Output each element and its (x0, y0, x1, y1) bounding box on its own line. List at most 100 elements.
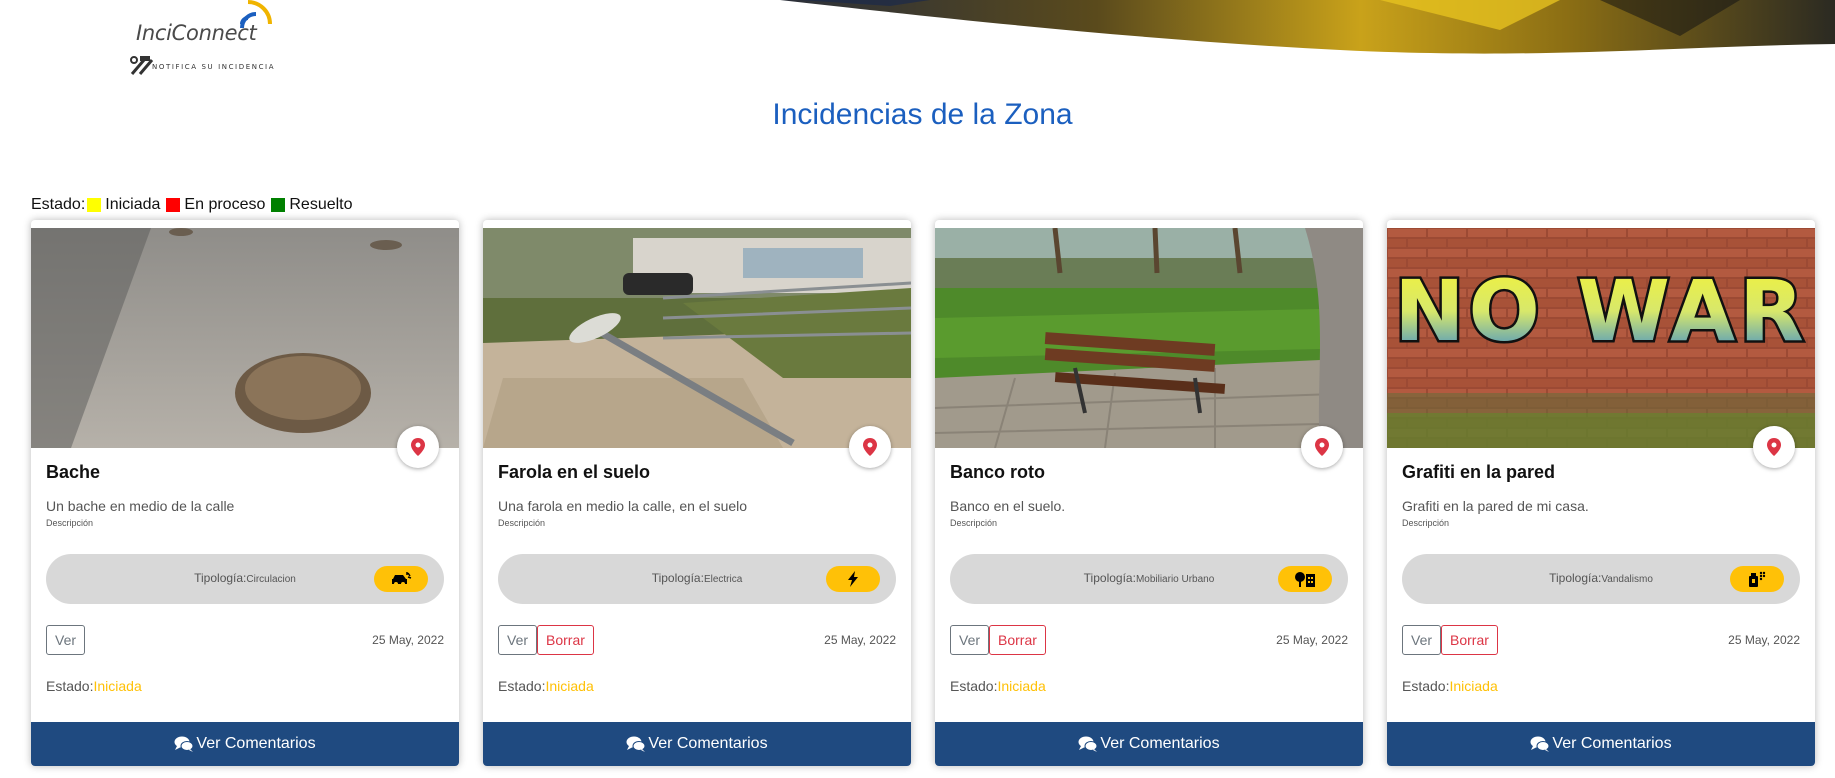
header-banner-image (780, 0, 1835, 54)
typology-badge (374, 566, 428, 592)
card-status: Estado:Iniciada (498, 678, 594, 694)
legend-item-label: En proceso (184, 196, 266, 213)
card-date: 25 May, 2022 (1728, 633, 1800, 647)
status-value: Iniciada (997, 678, 1046, 694)
typology-value: Mobiliario Urbano (1135, 574, 1215, 585)
card-title: Banco roto (950, 462, 1046, 482)
comments-icon (1530, 736, 1550, 752)
view-comments-button[interactable]: Ver Comentarios (31, 722, 459, 766)
card-title: Bache (46, 462, 101, 482)
lightning-bolt-icon (848, 571, 858, 587)
status-value: Iniciada (545, 678, 594, 694)
view-comments-label: Ver Comentarios (1100, 735, 1220, 752)
status-label: Estado: (1402, 678, 1450, 694)
incident-card: Banco roto Banco en el suelo. Descripció… (935, 220, 1363, 766)
card-date: 25 May, 2022 (372, 633, 444, 647)
delete-button[interactable]: Borrar (989, 625, 1046, 655)
brand-tagline: NOTIFICA SU INCIDENCIA (152, 63, 276, 71)
view-button[interactable]: Ver (950, 625, 990, 655)
card-description: Un bache en medio de la calle (46, 498, 235, 514)
legend-swatch-green (271, 198, 286, 212)
comments-icon (174, 736, 194, 752)
view-button[interactable]: Ver (46, 625, 86, 655)
page-title: Incidencias de la Zona (772, 98, 1073, 131)
card-date: 25 May, 2022 (1276, 633, 1348, 647)
map-pin-button[interactable] (397, 426, 439, 468)
legend-item-iniciada: Iniciada (85, 196, 160, 214)
typology-pill: Tipología:Circulacion (46, 554, 444, 604)
card-status: Estado:Iniciada (46, 678, 142, 694)
graffiti-text: NO WAR (1394, 262, 1808, 360)
card-title: Farola en el suelo (498, 462, 651, 482)
typology-badge (1730, 566, 1784, 592)
view-comments-button[interactable]: Ver Comentarios (1387, 722, 1815, 766)
card-title: Grafiti en la pared (1402, 462, 1556, 482)
description-label: Descripción (46, 518, 94, 528)
view-button[interactable]: Ver (1402, 625, 1442, 655)
typology-value: Circulacion (246, 574, 296, 585)
typology-badge (1278, 566, 1332, 592)
card-date: 25 May, 2022 (824, 633, 896, 647)
typology-label: Tipología: (1549, 571, 1602, 585)
legend-label: Estado: (31, 196, 86, 213)
card-status: Estado:Iniciada (1402, 678, 1498, 694)
map-pin-button[interactable] (1301, 426, 1343, 468)
map-pin-icon (1315, 438, 1329, 456)
typology-label: Tipología: (194, 571, 247, 585)
brand-logo[interactable]: InciConnect NOTIFICA SU INCIDENCIA (130, 0, 280, 80)
view-comments-label: Ver Comentarios (196, 735, 316, 752)
legend-item-label: Iniciada (105, 196, 161, 213)
comments-icon (626, 736, 646, 752)
view-comments-button[interactable]: Ver Comentarios (935, 722, 1363, 766)
typology-pill: Tipología:Electrica (498, 554, 896, 604)
view-comments-label: Ver Comentarios (1552, 735, 1672, 752)
typology-pill: Tipología:Vandalismo (1402, 554, 1800, 604)
map-pin-icon (863, 438, 877, 456)
spray-can-icon (1749, 571, 1766, 587)
incident-card: NO WAR Grafiti en la pared Grafiti en la… (1387, 220, 1815, 766)
typology-label: Tipología: (651, 571, 704, 585)
description-label: Descripción (950, 518, 998, 528)
typology-pill: Tipología:Mobiliario Urbano (950, 554, 1348, 604)
typology-value: Vandalismo (1601, 574, 1653, 585)
typology-badge (826, 566, 880, 592)
map-pin-button[interactable] (849, 426, 891, 468)
comments-icon (1078, 736, 1098, 752)
broken-bench-photo (935, 228, 1363, 448)
map-pin-button[interactable] (1753, 426, 1795, 468)
legend-swatch-yellow (87, 198, 102, 212)
pothole-photo (31, 228, 459, 448)
view-comments-button[interactable]: Ver Comentarios (483, 722, 911, 766)
status-label: Estado: (950, 678, 998, 694)
incident-card: Bache Un bache en medio de la calle Desc… (31, 220, 459, 766)
graffiti-wall-photo: NO WAR (1387, 228, 1815, 448)
incident-card-list: Bache Un bache en medio de la calle Desc… (31, 220, 1815, 766)
legend-swatch-red (166, 198, 181, 212)
map-pin-icon (1767, 438, 1781, 456)
legend-item-en-proceso: En proceso (164, 196, 265, 214)
delete-button[interactable]: Borrar (537, 625, 594, 655)
status-legend: Estado: Iniciada En proceso Resuelto (31, 196, 357, 214)
card-description: Grafiti en la pared de mi casa. (1402, 498, 1589, 514)
view-button[interactable]: Ver (498, 625, 538, 655)
status-value: Iniciada (93, 678, 142, 694)
status-label: Estado: (498, 678, 546, 694)
car-crash-icon (392, 572, 412, 586)
description-label: Descripción (1402, 518, 1450, 528)
page: InciConnect NOTIFICA SU INCIDENCIA Incid… (0, 0, 1835, 778)
fallen-streetlight-photo (483, 228, 911, 448)
tree-and-building-icon (1295, 572, 1315, 587)
card-description: Banco en el suelo. (950, 498, 1066, 514)
view-comments-label: Ver Comentarios (648, 735, 768, 752)
card-description: Una farola en medio la calle, en el suel… (498, 498, 748, 514)
status-value: Iniciada (1449, 678, 1498, 694)
tools-icon (130, 56, 154, 75)
incident-card: Farola en el suelo Una farola en medio l… (483, 220, 911, 766)
delete-button[interactable]: Borrar (1441, 625, 1498, 655)
brand-name: InciConnect (136, 21, 257, 45)
status-label: Estado: (46, 678, 94, 694)
typology-label: Tipología: (1083, 571, 1136, 585)
map-pin-icon (411, 438, 425, 456)
legend-item-label: Resuelto (289, 196, 353, 213)
typology-value: Electrica (703, 574, 743, 585)
